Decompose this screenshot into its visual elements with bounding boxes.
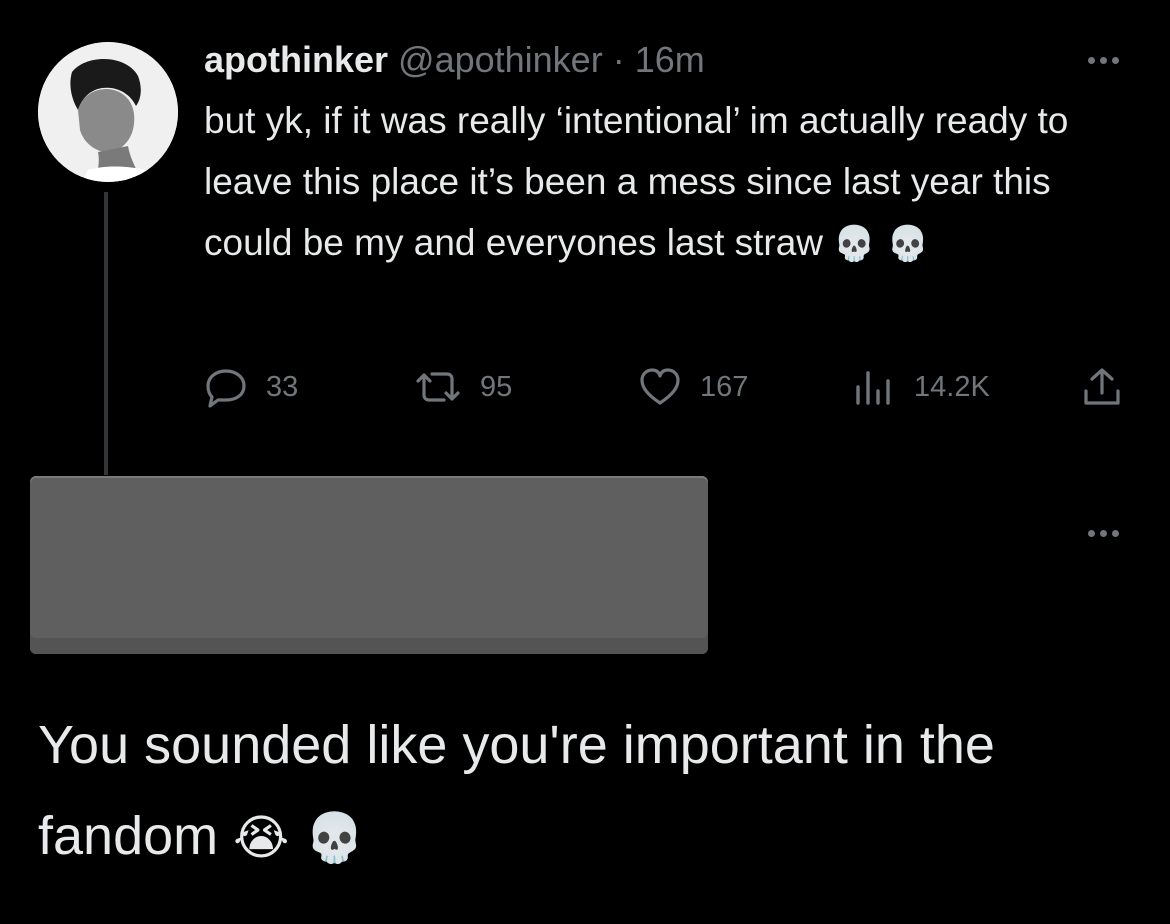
retweet-icon <box>416 372 460 402</box>
avatar-image <box>38 42 178 182</box>
user-handle[interactable]: @apothinker <box>398 38 603 82</box>
reply-count: 33 <box>266 370 299 403</box>
reply-body: You sounded like you're important in the… <box>38 715 995 866</box>
separator: · <box>612 39 625 80</box>
display-name[interactable]: apothinker <box>204 38 388 82</box>
tweet-header: apothinker @apothinker · 16m <box>204 38 1134 82</box>
view-count: 14.2K <box>914 370 990 403</box>
tweet[interactable]: apothinker @apothinker · 16m but yk, if … <box>204 38 1134 275</box>
reply-button[interactable]: 33 <box>204 362 298 412</box>
share-icon <box>1084 368 1120 405</box>
more-icon[interactable] <box>1088 57 1119 64</box>
views-button[interactable]: 14.2K <box>852 362 990 412</box>
share-button[interactable] <box>1080 362 1124 412</box>
timestamp[interactable]: 16m <box>635 38 705 82</box>
like-button[interactable]: 167 <box>638 362 748 412</box>
retweet-button[interactable]: 95 <box>414 362 512 412</box>
tweet-emoji: 💀 💀 <box>833 224 929 264</box>
reply-emoji: 😭 💀 <box>233 810 365 866</box>
heart-icon <box>640 368 680 405</box>
redacted-block <box>30 476 708 654</box>
retweet-count: 95 <box>480 370 513 403</box>
avatar[interactable] <box>38 42 178 182</box>
reply-text: You sounded like you're important in the… <box>38 700 1138 884</box>
tweet-text: but yk, if it was really ‘intentional’ i… <box>204 90 1139 275</box>
views-icon <box>856 371 890 405</box>
tweet-body: but yk, if it was really ‘intentional’ i… <box>204 100 1069 263</box>
tweet-actions: 33 95 167 14.2K <box>204 362 1134 412</box>
like-count: 167 <box>700 370 749 403</box>
thread-line <box>104 192 108 475</box>
reply-icon <box>206 369 246 408</box>
more-icon[interactable] <box>1088 530 1119 537</box>
